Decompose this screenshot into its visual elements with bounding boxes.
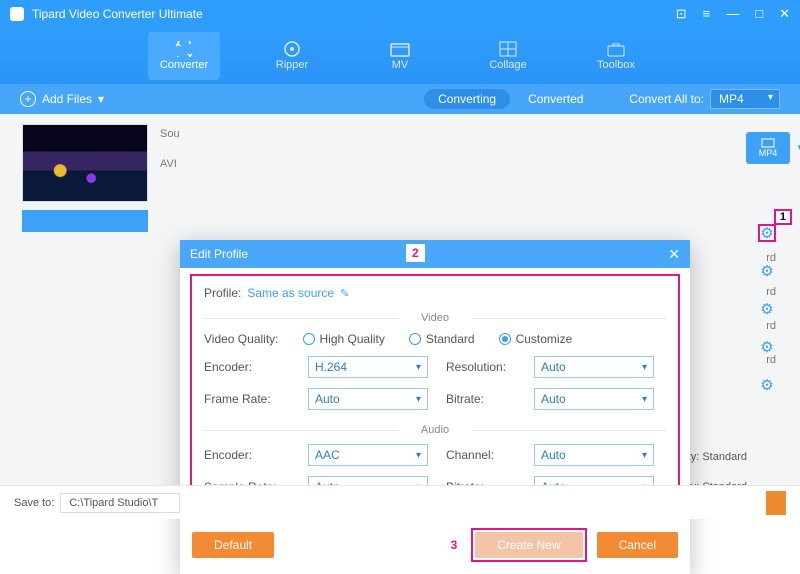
video-bitrate-dropdown[interactable]: Auto [534, 388, 654, 410]
save-path-field[interactable]: C:\Tipard Studio\T [60, 493, 180, 513]
video-resolution-dropdown[interactable]: Auto [534, 356, 654, 378]
rd-text: rd [766, 320, 776, 354]
gear-icon[interactable]: ⚙ [758, 224, 776, 242]
dialog-titlebar: Edit Profile ✕ 2 [180, 240, 690, 268]
radio-icon [409, 333, 421, 345]
radio-high-quality[interactable]: High Quality [303, 332, 385, 346]
maximize-icon[interactable]: □ [755, 6, 763, 22]
nav-label: Converter [160, 59, 208, 71]
radio-label: Customize [516, 332, 573, 346]
convert-all-control: Convert All to: MP4 [629, 89, 780, 109]
clip-meta: Sou AVI [160, 124, 190, 170]
dialog-body: Profile: Same as source ✎ Video Video Qu… [190, 274, 680, 514]
menu-icon[interactable]: ≡ [703, 6, 711, 22]
radio-standard[interactable]: Standard [409, 332, 475, 346]
annotation-3-box: Create New [471, 528, 586, 562]
video-encoder-label: Encoder: [204, 360, 290, 374]
nav-ripper[interactable]: Ripper [256, 32, 328, 80]
ripper-icon [282, 41, 302, 57]
video-resolution-label: Resolution: [446, 360, 516, 374]
default-button[interactable]: Default [192, 532, 274, 558]
dialog-close-icon[interactable]: ✕ [668, 246, 680, 263]
add-files-button[interactable]: + Add Files ▾ [20, 91, 104, 107]
output-format-badge[interactable]: MP4 [746, 132, 790, 164]
mv-icon [390, 41, 410, 57]
bottom-bar: Save to: C:\Tipard Studio\T [0, 485, 800, 519]
nav-label: Ripper [276, 59, 308, 71]
radio-label: High Quality [320, 332, 385, 346]
video-group-label: Video [204, 312, 666, 324]
profile-value: Same as source [247, 286, 334, 300]
work-area: Sou AVI MP4 1 ⚙ ⚙ ⚙ ⚙ ⚙ rd rd rd rd HEVC… [0, 114, 800, 485]
dialog-footer: Default 3 Create New Cancel [180, 514, 690, 574]
collage-icon [498, 41, 518, 57]
profile-label: Profile: [204, 286, 241, 300]
selection-strip [22, 210, 148, 232]
app-logo-icon [10, 7, 24, 21]
annotation-2: 2 [406, 244, 425, 262]
film-icon [761, 138, 775, 148]
edit-icon[interactable]: ✎ [340, 287, 349, 300]
audio-channel-dropdown[interactable]: Auto [534, 444, 654, 466]
plus-icon: + [20, 91, 36, 107]
create-new-button[interactable]: Create New [475, 532, 582, 558]
toolbox-icon [606, 41, 626, 57]
window-controls: ⊡ ≡ — □ ✕ [676, 6, 790, 22]
converter-icon [174, 41, 194, 57]
audio-encoder-label: Encoder: [204, 448, 290, 462]
clip-source-label: Sou [160, 128, 190, 140]
rd-text: rd [766, 354, 776, 388]
nav-label: Toolbox [597, 59, 635, 71]
nav-toolbox[interactable]: Toolbox [580, 32, 652, 80]
nav-label: Collage [489, 59, 526, 71]
nav-collage[interactable]: Collage [472, 32, 544, 80]
conversion-tabs: Converting Converted [424, 89, 597, 109]
convert-all-label: Convert All to: [629, 92, 704, 106]
badge-label: MP4 [759, 148, 778, 158]
minimize-icon[interactable]: — [726, 6, 739, 22]
truncated-quality-column: rd rd rd rd [766, 252, 776, 388]
nav-mv[interactable]: MV [364, 32, 436, 80]
clip-format-label: AVI [160, 158, 190, 170]
radio-icon [499, 333, 511, 345]
app-title: Tipard Video Converter Ultimate [32, 7, 676, 21]
video-framerate-label: Frame Rate: [204, 392, 290, 406]
save-to-label: Save to: [14, 497, 54, 509]
close-icon[interactable]: ✕ [779, 6, 790, 22]
tab-converting[interactable]: Converting [424, 89, 510, 109]
dialog-title: Edit Profile [190, 247, 248, 261]
video-encoder-dropdown[interactable]: H.264 [308, 356, 428, 378]
video-bitrate-label: Bitrate: [446, 392, 516, 406]
nav-label: MV [392, 59, 409, 71]
main-nav: Converter Ripper MV Collage Toolbox [0, 28, 800, 84]
rd-text: rd [766, 252, 776, 286]
radio-label: Standard [426, 332, 475, 346]
add-files-label: Add Files [42, 92, 92, 106]
audio-encoder-dropdown[interactable]: AAC [308, 444, 428, 466]
video-quality-label: Video Quality: [204, 332, 279, 346]
title-bar: Tipard Video Converter Ultimate ⊡ ≡ — □ … [0, 0, 800, 28]
tab-converted[interactable]: Converted [514, 89, 597, 109]
annotation-1: 1 [774, 209, 792, 225]
radio-icon [303, 333, 315, 345]
convert-all-button[interactable] [766, 491, 786, 515]
annotation-3: 3 [451, 538, 458, 552]
audio-channel-label: Channel: [446, 448, 516, 462]
cancel-button[interactable]: Cancel [597, 532, 678, 558]
feedback-icon[interactable]: ⊡ [676, 6, 687, 22]
edit-profile-dialog: Edit Profile ✕ 2 Profile: Same as source… [180, 240, 690, 574]
audio-group-label: Audio [204, 424, 666, 436]
convert-all-dropdown[interactable]: MP4 [710, 89, 780, 109]
sub-toolbar: + Add Files ▾ Converting Converted Conve… [0, 84, 800, 114]
nav-converter[interactable]: Converter [148, 32, 220, 80]
radio-customize[interactable]: Customize [499, 332, 573, 346]
video-thumbnail[interactable] [22, 124, 148, 202]
video-framerate-dropdown[interactable]: Auto [308, 388, 428, 410]
rd-text: rd [766, 286, 776, 320]
chevron-down-icon: ▾ [98, 92, 104, 106]
